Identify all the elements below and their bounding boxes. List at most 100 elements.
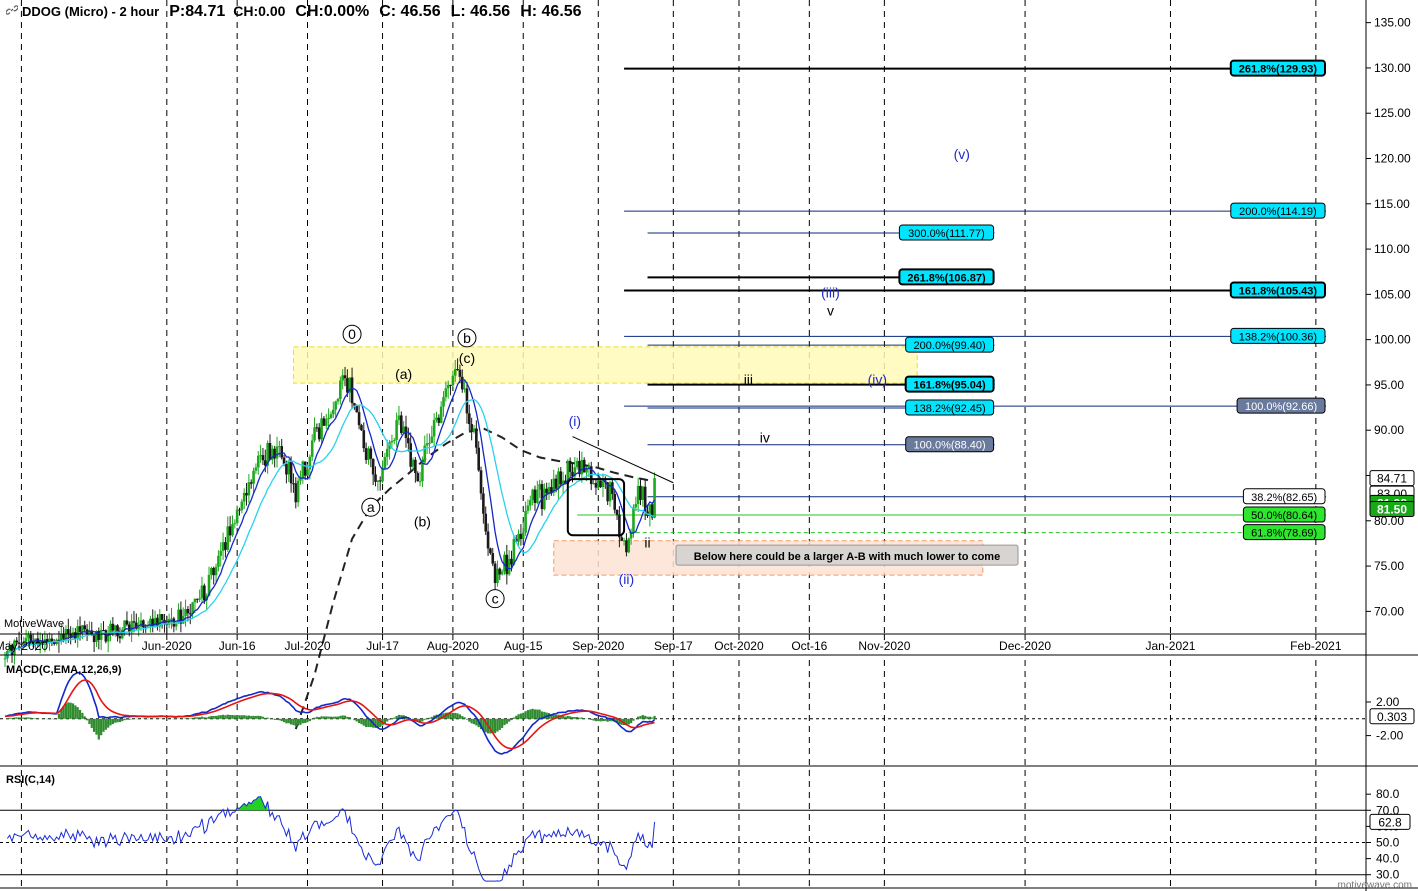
candle-body [500,571,504,575]
chart-canvas[interactable]: 261.8%(129.93) 200.0%(114.19) 300.0%(111.7… [0,0,1418,891]
candle-body [193,598,197,603]
candle-body [212,567,216,576]
candle-body [524,510,527,533]
candle-body [224,542,227,550]
candle-body [238,509,241,511]
candle-body [195,598,199,600]
price-value-label: 84.71 [1377,472,1407,486]
candle-body [625,540,628,553]
y-tick-label: 110.00 [1374,242,1410,256]
candle-body [273,448,276,459]
candle-body [458,369,462,377]
y-tick-label: 135.00 [1374,16,1411,30]
candle-body [510,558,513,565]
candle-body [627,538,631,553]
candle-body [519,533,523,540]
candle-body [545,488,548,494]
candle-body [217,555,220,567]
candle-body [596,480,600,488]
candle-body [118,636,122,639]
y-tick-label: 120.00 [1374,152,1411,166]
candle-body [622,540,626,542]
candle-body [259,455,262,457]
candle-body [369,448,373,459]
x-tick-label: Sep-2020 [572,639,624,653]
candle-body [641,486,645,500]
axes: 70.0075.0080.0085.0090.0095.00100.00105.… [0,0,1418,891]
candle-body [400,415,403,434]
candle-body [219,550,223,556]
note-text: Below here could be a larger A-B with mu… [694,551,1000,563]
wave-label: (v) [954,146,970,162]
candle-body [468,413,471,425]
candle-body [111,623,115,631]
x-tick-label: Dec-2020 [999,639,1051,653]
candle-body [390,440,394,443]
candle-body [235,509,239,524]
wave-label: (ii) [619,571,635,587]
x-tick-label: May-2020 [0,639,48,653]
x-tick-label: Jun-16 [219,639,256,653]
candle-body [432,419,436,437]
fib-label: 200.0%(114.19) [1239,206,1316,218]
candle-body [240,501,244,511]
candle-body [639,485,642,500]
candle-body [336,399,340,402]
candle-body [559,471,563,485]
candle-body [531,489,534,501]
candle-body [374,474,377,482]
wave-label: v [827,303,834,319]
candle-body [132,621,136,623]
wave-label: iv [760,429,770,445]
x-tick-label: Nov-2020 [858,639,910,653]
candle-body [512,538,516,565]
candle-body [188,613,192,615]
candle-body [594,483,598,488]
y-tick-label: 100.00 [1374,333,1411,347]
x-tick-label: Sep-17 [654,639,693,653]
candle-body [226,526,230,550]
x-tick-label: Jul-17 [366,639,399,653]
candle-body [123,620,126,630]
candle-body [634,504,638,508]
candle-body [482,493,485,514]
candle-body [137,626,140,629]
candle-body [463,388,466,390]
candle-body [367,448,370,460]
candle-body [256,455,260,468]
candle-body [303,461,307,476]
moving-averages [4,379,656,659]
x-tick-label: Feb-2021 [1290,639,1342,653]
fib-label: 138.2%(100.36) [1239,331,1317,343]
candle-body [280,446,284,458]
candle-body [310,440,314,457]
fib-label: 300.0%(111.77) [908,228,985,240]
candle-body [435,417,438,420]
x-tick-label: Aug-15 [504,639,543,653]
candle-body [221,542,225,551]
candle-body [292,483,295,485]
wave-label: (iii) [821,285,840,301]
candle-body [313,427,316,441]
candle-body [416,473,420,482]
fib-label: 50.0%(80.64) [1251,510,1317,522]
candle-body [104,630,108,642]
candle-body [320,418,323,440]
y-tick-label: 125.00 [1374,106,1411,120]
candle-body [341,375,344,381]
wave-label: (iv) [868,371,887,387]
candle-body [430,436,434,443]
candle-body [496,568,499,584]
fib-label: 38.2%(82.65) [1251,492,1317,504]
candle-body [160,614,164,620]
y-tick-label: 90.00 [1374,423,1404,437]
x-tick-label: Jul-2020 [284,639,330,653]
candle-body [78,626,82,632]
x-tick-label: Jun-2020 [142,639,192,653]
cyan-moving-average [4,398,655,659]
candle-body [275,446,279,459]
candle-body [599,480,602,488]
candle-body [327,417,330,420]
candle-body [557,471,560,489]
fib-label: 100.0%(88.40) [914,440,986,452]
